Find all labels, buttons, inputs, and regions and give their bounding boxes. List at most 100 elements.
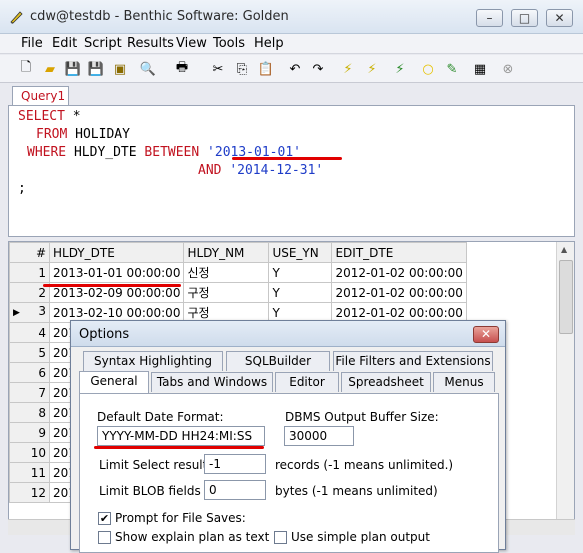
row-number[interactable]: 11 (9, 462, 50, 483)
column-header[interactable]: # (9, 242, 50, 263)
general-panel: Default Date Format: DBMS Output Buffer … (79, 393, 499, 553)
print-icon[interactable]: 🖶 (172, 59, 192, 79)
row-number[interactable]: 4 (9, 322, 50, 343)
cell[interactable]: 구정 (183, 282, 270, 303)
tab-general[interactable]: General (79, 371, 149, 393)
execute-step-icon[interactable]: ⚡ (362, 59, 382, 79)
menu-view[interactable]: View (176, 36, 207, 51)
limit-blob-input[interactable]: 0 (204, 480, 266, 500)
sql-line-2: FROM HOLIDAY (36, 126, 130, 144)
row-number-text: 3 (38, 303, 46, 318)
commit-icon[interactable]: ○ (418, 59, 438, 79)
prompt-save-checkbox[interactable]: ✔ (98, 512, 111, 525)
scroll-thumb[interactable] (559, 260, 573, 334)
row-number[interactable]: 9 (9, 422, 50, 443)
sql-keyword: WHERE (27, 145, 67, 160)
limit-blob-label: Limit BLOB fields to (99, 484, 217, 498)
tab-sqlbuilder[interactable]: SQLBuilder (226, 351, 330, 371)
row-number[interactable]: 10 (9, 442, 50, 463)
sql-line-1: SELECT * (18, 108, 81, 126)
sql-keyword: AND (198, 163, 222, 178)
open-folder-icon[interactable]: ▰ (40, 59, 60, 79)
column-header[interactable]: HLDY_DTE (48, 242, 185, 263)
menu-edit[interactable]: Edit (52, 36, 77, 51)
simple-plan-checkbox[interactable] (274, 531, 287, 544)
tab-query1[interactable]: Query1 (12, 86, 69, 106)
sql-text: * (64, 109, 81, 124)
maximize-button[interactable]: □ (511, 9, 538, 27)
sql-editor[interactable]: SELECT * FROM HOLIDAY WHERE HLDY_DTE BET… (8, 105, 575, 237)
limit-select-input[interactable]: -1 (204, 454, 266, 474)
menu-bar: File Edit Script Results View Tools Help (0, 34, 583, 54)
cell[interactable]: Y (268, 262, 333, 283)
cell[interactable]: 2013-01-01 00:00:00 (48, 262, 185, 283)
save-icon[interactable]: 💾 (63, 59, 83, 79)
close-button[interactable]: ✕ (546, 9, 573, 27)
scroll-up-icon[interactable]: ▲ (561, 245, 567, 254)
dbms-buffer-input[interactable]: 30000 (284, 426, 354, 446)
dbms-output-label: DBMS Output Buffer Size: (285, 410, 439, 424)
row-number[interactable]: 12 (9, 482, 50, 503)
menu-help[interactable]: Help (254, 36, 284, 51)
default-date-input[interactable]: YYYY-MM-DD HH24:MI:SS (97, 426, 265, 446)
explain-plan-icon[interactable]: ▦ (470, 59, 490, 79)
simple-plan-label: Use simple plan output (291, 530, 430, 544)
row-number[interactable]: ▶ 3 (9, 302, 50, 323)
column-header[interactable]: HLDY_NM (183, 242, 270, 263)
row-number[interactable]: 5 (9, 342, 50, 363)
redo-icon[interactable]: ↷ (308, 59, 328, 79)
print-preview-icon[interactable]: 🔍 (138, 59, 158, 79)
menu-results[interactable]: Results (127, 36, 174, 51)
save-all-icon[interactable]: 💾 (86, 59, 106, 79)
column-header[interactable]: USE_YN (268, 242, 333, 263)
export-icon[interactable]: ▣ (110, 59, 130, 79)
column-header[interactable]: EDIT_DTE (331, 242, 467, 263)
menu-file[interactable]: File (21, 36, 43, 51)
menu-script[interactable]: Script (84, 36, 122, 51)
menu-tools[interactable]: Tools (213, 36, 245, 51)
row-number[interactable]: 6 (9, 362, 50, 383)
cell[interactable]: 2012-01-02 00:00:00 (331, 262, 467, 283)
table-row[interactable]: 1 2013-01-01 00:00:00 신정 Y 2012-01-02 00:00:… (9, 262, 467, 283)
tab-file-filters[interactable]: File Filters and Extensions (333, 351, 493, 371)
tab-editor[interactable]: Editor (275, 372, 339, 392)
cut-icon[interactable]: ✂ (208, 59, 228, 79)
cell[interactable]: 2012-01-02 00:00:00 (331, 282, 467, 303)
stop-icon[interactable]: ⊗ (498, 59, 518, 79)
vertical-scrollbar[interactable]: ▲ (556, 242, 574, 520)
row-number[interactable]: 7 (9, 382, 50, 403)
show-explain-checkbox[interactable] (98, 531, 111, 544)
rollback-icon[interactable]: ✎ (442, 59, 462, 79)
current-row-arrow-icon: ▶ (13, 307, 20, 318)
dialog-title-bar: Options ✕ (71, 321, 505, 347)
options-dialog: Options ✕ Syntax Highlighting SQLBuilder… (70, 320, 506, 553)
window-title: cdw@testdb - Benthic Software: Golden (30, 9, 289, 24)
cell[interactable]: 신정 (183, 262, 270, 283)
show-explain-label: Show explain plan as text (115, 530, 270, 544)
sql-line-5: ; (18, 181, 26, 196)
cell[interactable]: Y (268, 282, 333, 303)
sql-text: HOLIDAY (67, 127, 130, 142)
new-file-icon[interactable]: 🗋 (16, 59, 36, 79)
header-row: # HLDY_DTE HLDY_NM USE_YN EDIT_DTE (9, 242, 467, 263)
copy-icon[interactable]: ⎘ (232, 59, 252, 79)
row-number[interactable]: 8 (9, 402, 50, 423)
dialog-close-button[interactable]: ✕ (473, 326, 499, 343)
minimize-button[interactable]: – (476, 9, 503, 27)
execute-all-icon[interactable]: ⚡ (390, 59, 410, 79)
toolbar: 🗋 ▰ 💾 💾 ▣ 🔍 🖶 ✂ ⎘ 📋 ↶ ↷ ⚡ ⚡ ⚡ ○ ✎ ▦ ⊗ (0, 55, 583, 83)
tab-tabs-and-windows[interactable]: Tabs and Windows (151, 372, 273, 392)
row-number[interactable]: 1 (9, 262, 50, 283)
limit-select-note: records (-1 means unlimited.) (275, 458, 454, 472)
tab-spreadsheet[interactable]: Spreadsheet (341, 372, 431, 392)
app-pencil-icon (10, 11, 23, 24)
sql-string: '2014-12-31' (229, 163, 324, 178)
execute-icon[interactable]: ⚡ (338, 59, 358, 79)
paste-icon[interactable]: 📋 (256, 59, 276, 79)
sql-keyword: BETWEEN (144, 145, 200, 160)
tab-syntax-highlighting[interactable]: Syntax Highlighting (83, 351, 223, 371)
tab-menus[interactable]: Menus (433, 372, 495, 392)
undo-icon[interactable]: ↶ (285, 59, 305, 79)
dialog-title: Options (79, 327, 130, 342)
highlight-underline (232, 157, 342, 160)
